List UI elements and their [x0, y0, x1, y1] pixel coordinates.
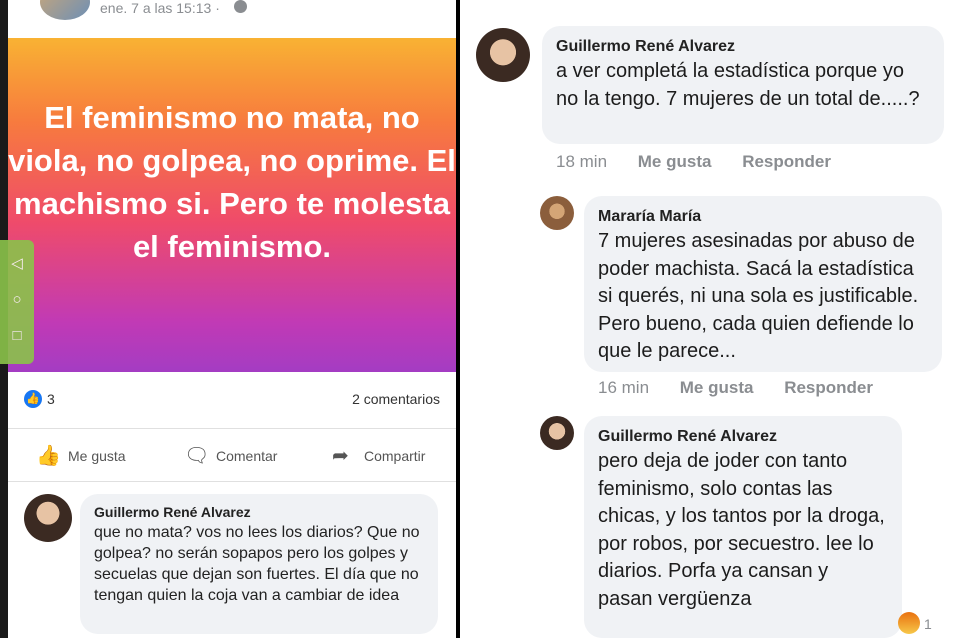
- comment-author-avatar[interactable]: [476, 28, 530, 82]
- home-icon[interactable]: ○: [9, 292, 25, 308]
- thumbs-up-icon: 👍: [36, 445, 61, 467]
- comment-like-button[interactable]: Me gusta: [638, 152, 712, 171]
- comment-text: a ver completá la estadística porque yo …: [556, 60, 920, 110]
- facebook-post-card: ene. 7 a las 15:13 · El feminismo no mat…: [8, 0, 456, 638]
- comment-author-name[interactable]: Guillermo René Alvarez: [556, 36, 930, 58]
- post-actions-bar: 👍 Me gusta 🗨 Comentar ➦ Compartir: [8, 428, 456, 482]
- post-timestamp[interactable]: ene. 7 a las 15:13 ·: [100, 0, 220, 16]
- like-reaction-icon[interactable]: 👍: [24, 390, 42, 408]
- reply-author-name[interactable]: Mararía María: [598, 206, 928, 228]
- right-screenshot: Guillermo René Alvarez a ver completá la…: [460, 0, 960, 638]
- comment-author-name[interactable]: Guillermo René Alvarez: [94, 502, 426, 522]
- back-icon[interactable]: ◁: [9, 256, 25, 272]
- reply-text: 7 mujeres asesinadas por abuso de poder …: [598, 230, 919, 362]
- reply-bubble: Mararía María 7 mujeres asesinadas por a…: [584, 196, 942, 372]
- post-header: ene. 7 a las 15:13 ·: [8, 0, 456, 38]
- comments-count[interactable]: 2 comentarios: [352, 391, 440, 407]
- comment-reply-button[interactable]: Responder: [742, 152, 831, 171]
- reactions-bar: 👍 3 2 comentarios: [8, 380, 456, 420]
- like-label: Me gusta: [68, 448, 126, 464]
- recent-apps-icon[interactable]: □: [9, 328, 25, 344]
- share-label: Compartir: [364, 448, 426, 464]
- comment-author-avatar[interactable]: [24, 494, 72, 542]
- reply-text: pero deja de joder con tanto feminismo, …: [598, 450, 885, 610]
- reply-bubble: Guillermo René Alvarez pero deja de jode…: [584, 416, 902, 638]
- reply-reply-button[interactable]: Responder: [784, 378, 873, 397]
- comment-bubble: Guillermo René Alvarez a ver completá la…: [542, 26, 944, 144]
- globe-icon: [234, 0, 247, 13]
- reply-time[interactable]: 16 min: [598, 378, 649, 397]
- speech-bubble-icon: 🗨: [184, 445, 210, 467]
- reply-meta: 16 min Me gusta Responder: [598, 378, 899, 398]
- post-text: El feminismo no mata, no viola, no golpe…: [8, 100, 456, 264]
- reaction-count[interactable]: 1: [924, 616, 932, 632]
- post-author-avatar[interactable]: [40, 0, 90, 20]
- left-screenshot: ene. 7 a las 15:13 · El feminismo no mat…: [0, 0, 456, 638]
- share-arrow-icon: ➦: [332, 445, 349, 467]
- floating-nav-bar: ◁ ○ □: [0, 240, 34, 364]
- comment-bubble: Guillermo René Alvarez que no mata? vos …: [80, 494, 438, 634]
- comment-time[interactable]: 18 min: [556, 152, 607, 171]
- comment-text: que no mata? vos no lees los diarios? Qu…: [94, 524, 420, 604]
- like-count[interactable]: 3: [47, 391, 55, 407]
- reply-author-avatar[interactable]: [540, 196, 574, 230]
- reply-author-name[interactable]: Guillermo René Alvarez: [598, 426, 888, 448]
- comment-meta: 18 min Me gusta Responder: [556, 152, 857, 172]
- comment-label: Comentar: [216, 448, 278, 464]
- angry-reaction-icon[interactable]: [898, 612, 920, 634]
- reply-author-avatar[interactable]: [540, 416, 574, 450]
- reply-like-button[interactable]: Me gusta: [680, 378, 754, 397]
